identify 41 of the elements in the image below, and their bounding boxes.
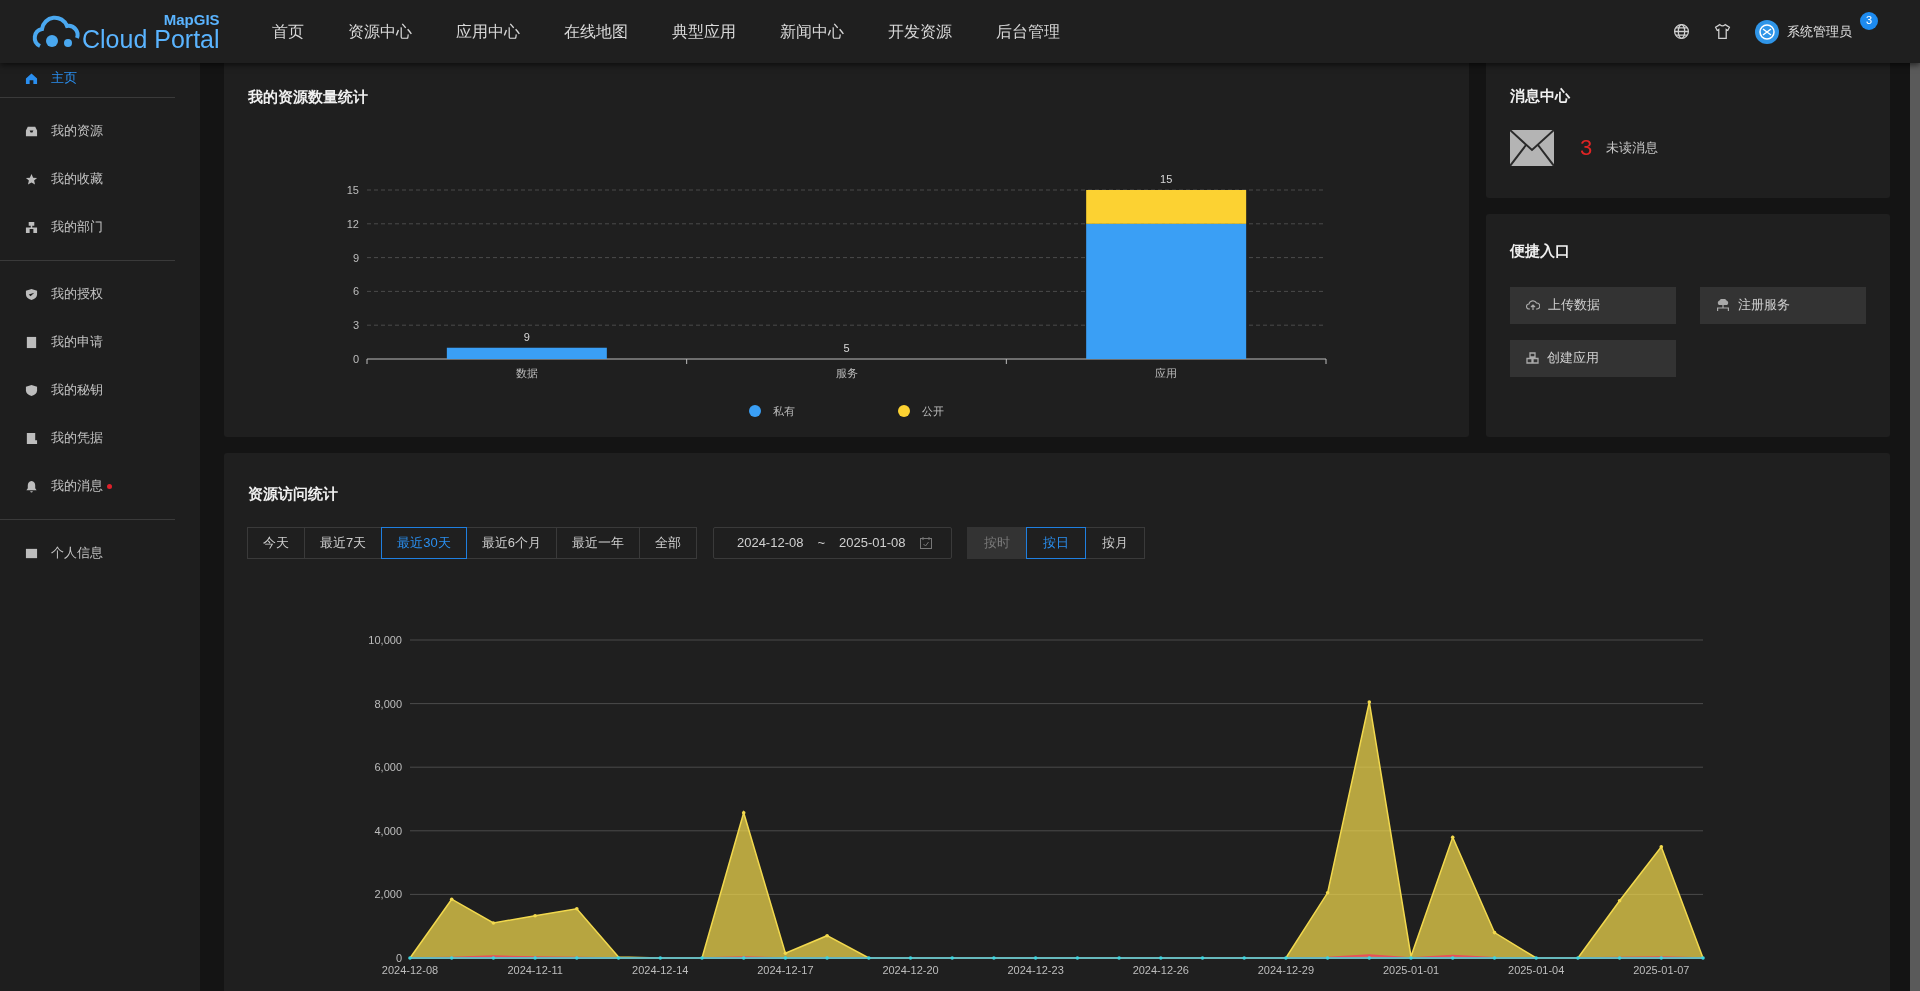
value-label: 9 <box>523 330 530 343</box>
axis-label: 3 <box>352 319 359 332</box>
panel-title: 消息中心 <box>1510 86 1571 106</box>
panel-title: 资源访问统计 <box>247 484 339 504</box>
axis-label: 2024-12-14 <box>632 963 689 976</box>
axis-label: 2025-01-01 <box>1382 963 1440 976</box>
start-date: 2024-12-08 <box>736 533 804 552</box>
axis-label: 2024-12-29 <box>1257 963 1315 976</box>
axis-label: 15 <box>346 184 359 196</box>
axis-label: 0 <box>395 951 402 964</box>
logo-subtitle: MapGIS <box>163 11 220 27</box>
axis-label: 8,000 <box>374 697 402 710</box>
logo-title: Cloud Portal <box>82 26 220 52</box>
unread-count: 3 <box>1580 134 1593 162</box>
value-label: 15 <box>1160 173 1173 185</box>
axis-label: 数据 <box>515 367 538 379</box>
axis-label: 4,000 <box>374 824 402 837</box>
value-label: 5 <box>843 342 850 354</box>
axis-label: 2025-01-07 <box>1633 963 1690 976</box>
axis-label: 0 <box>352 353 359 365</box>
panel-title: 便捷入口 <box>1510 241 1571 261</box>
axis-label: 12 <box>346 217 359 230</box>
end-date: 2025-01-08 <box>839 533 906 552</box>
axis-label: 应用 <box>1155 367 1178 379</box>
axis-label: 6 <box>352 285 359 298</box>
axis-label: 9 <box>352 251 359 264</box>
axis-label: 2024-12-26 <box>1132 963 1189 976</box>
axis-label: 2,000 <box>374 887 402 900</box>
date-separator: ~ <box>817 533 826 552</box>
unread-label: 未读消息 <box>1606 138 1659 157</box>
axis-label: 10,000 <box>368 633 402 646</box>
axis-label: 2024-12-17 <box>757 963 814 976</box>
axis-label: 服务 <box>835 367 858 379</box>
axis-label: 2025-01-04 <box>1508 963 1565 976</box>
axis-label: 2024-12-08 <box>381 963 439 976</box>
axis-label: 2024-12-23 <box>1007 963 1064 976</box>
axis-label: 2024-12-11 <box>507 963 563 976</box>
axis-label: 2024-12-20 <box>882 963 939 976</box>
panel-title: 我的资源数量统计 <box>247 87 369 107</box>
axis-label: 6,000 <box>374 760 402 773</box>
notification-badge: 3 <box>1860 11 1878 30</box>
